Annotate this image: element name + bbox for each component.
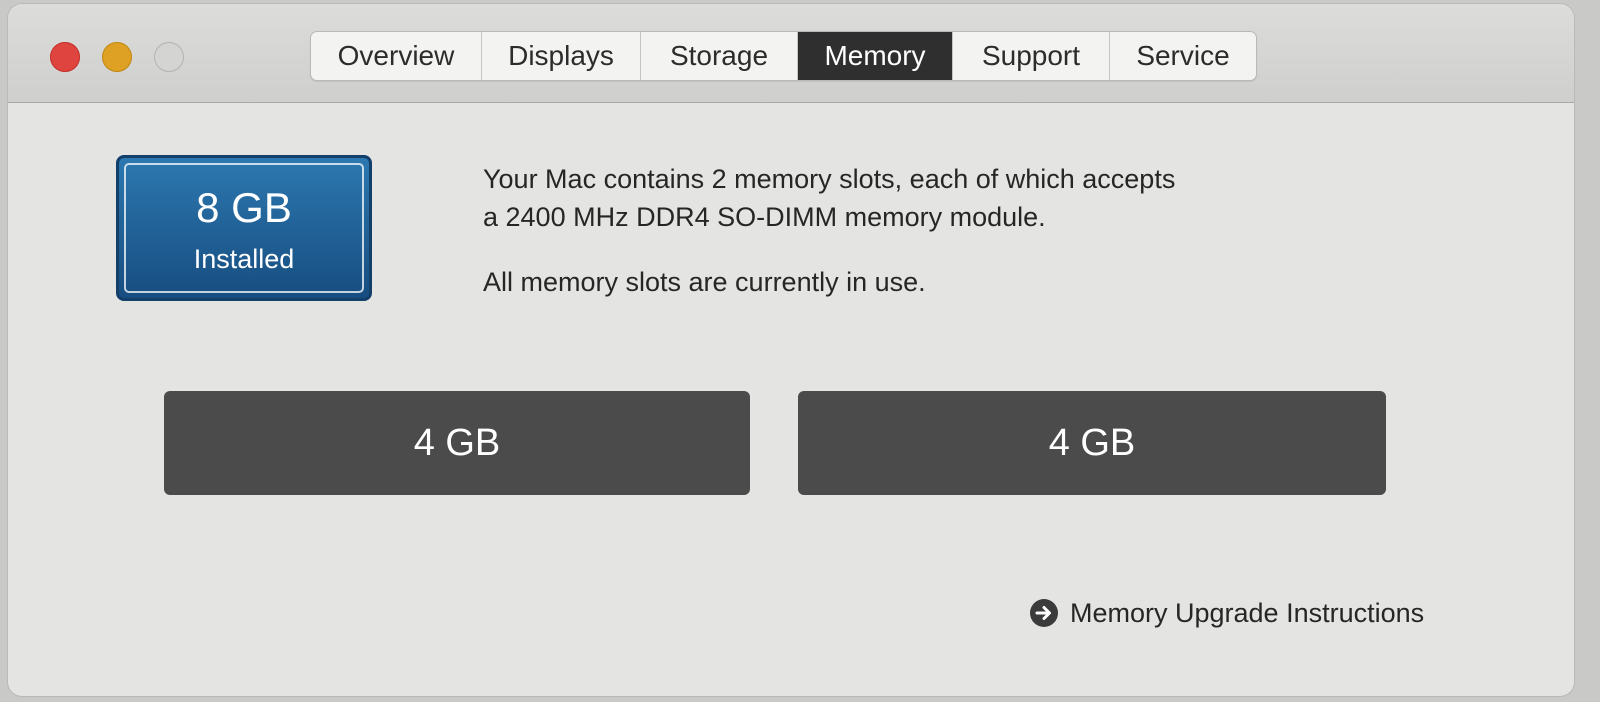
tab-support[interactable]: Support xyxy=(953,32,1110,80)
installed-amount: 8 GB xyxy=(196,184,292,231)
close-window-button[interactable] xyxy=(50,42,80,72)
minimize-window-button[interactable] xyxy=(102,42,132,72)
tab-bar: Overview Displays Storage Memory Support… xyxy=(310,31,1257,81)
upgrade-link-label: Memory Upgrade Instructions xyxy=(1070,597,1425,628)
tab-memory[interactable]: Memory xyxy=(798,32,953,80)
tab-overview[interactable]: Overview xyxy=(311,32,482,80)
tab-displays[interactable]: Displays xyxy=(482,32,641,80)
zoom-window-button xyxy=(154,42,184,72)
memory-slot-1: 4 GB xyxy=(164,391,750,495)
memory-upgrade-instructions-link[interactable]: Memory Upgrade Instructions xyxy=(1030,597,1424,629)
installed-memory-badge: 8 GB Installed xyxy=(116,155,372,301)
description-line-2: a 2400 MHz DDR4 SO-DIMM memory module. xyxy=(483,202,1046,232)
tab-service[interactable]: Service xyxy=(1110,32,1256,80)
installed-label: Installed xyxy=(193,244,295,274)
memory-description: Your Mac contains 2 memory slots, each o… xyxy=(483,160,1383,301)
about-this-mac-window: Overview Displays Storage Memory Support… xyxy=(8,4,1574,696)
description-line-1: Your Mac contains 2 memory slots, each o… xyxy=(483,164,1176,194)
memory-slot-2: 4 GB xyxy=(798,391,1386,495)
right-arrow-circle-icon xyxy=(1030,599,1058,627)
slot-status-text: All memory slots are currently in use. xyxy=(483,267,926,297)
memory-panel: 8 GB Installed Your Mac contains 2 memor… xyxy=(8,103,1574,696)
tab-storage[interactable]: Storage xyxy=(641,32,798,80)
title-bar: Overview Displays Storage Memory Support… xyxy=(8,4,1574,103)
